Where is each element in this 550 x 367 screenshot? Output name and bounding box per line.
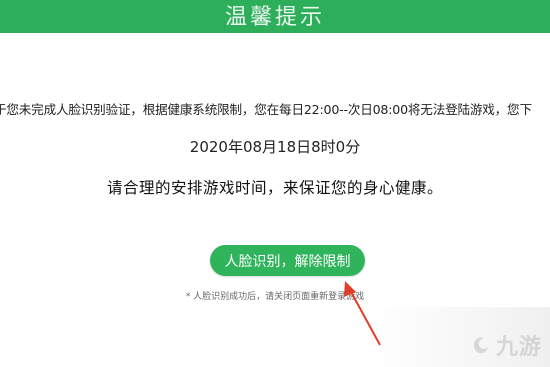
watermark-text: 九游 [495, 335, 542, 360]
watermark: 九游 [470, 329, 542, 361]
jiuyou-logo-icon [473, 337, 488, 354]
